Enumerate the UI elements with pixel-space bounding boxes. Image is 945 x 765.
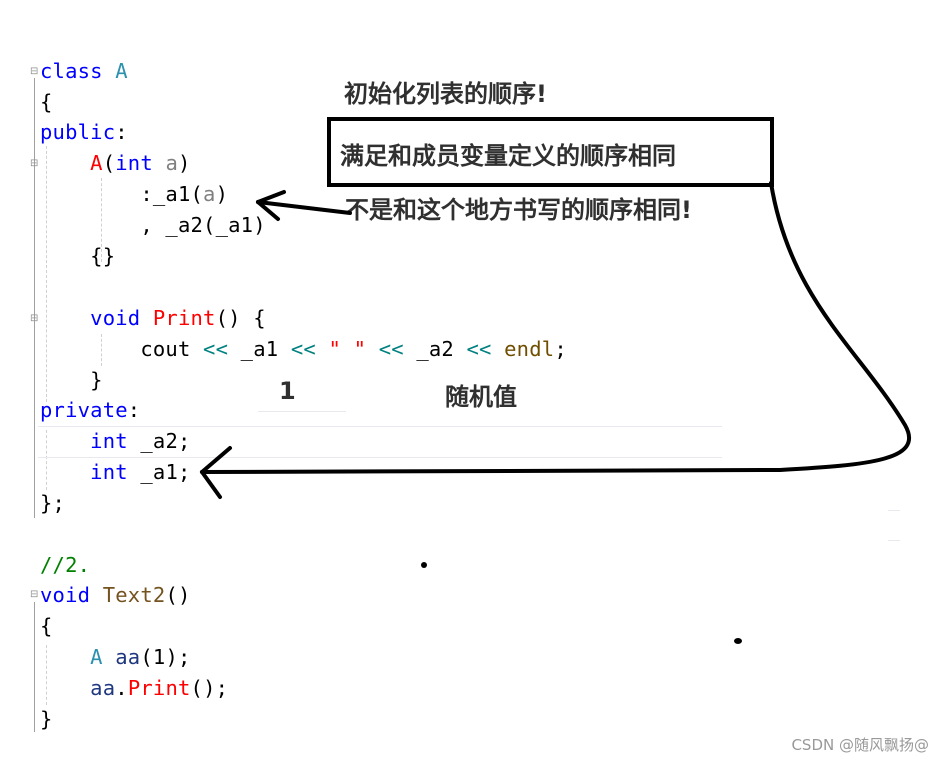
- arrow-to-member-decl: [200, 181, 912, 499]
- arrow-to-initializer: [256, 190, 352, 221]
- stray-dot: [421, 562, 427, 568]
- annotation-arrows: [200, 181, 912, 644]
- watermark: CSDN @随风飘扬@: [791, 736, 929, 754]
- stray-dot: [734, 638, 742, 644]
